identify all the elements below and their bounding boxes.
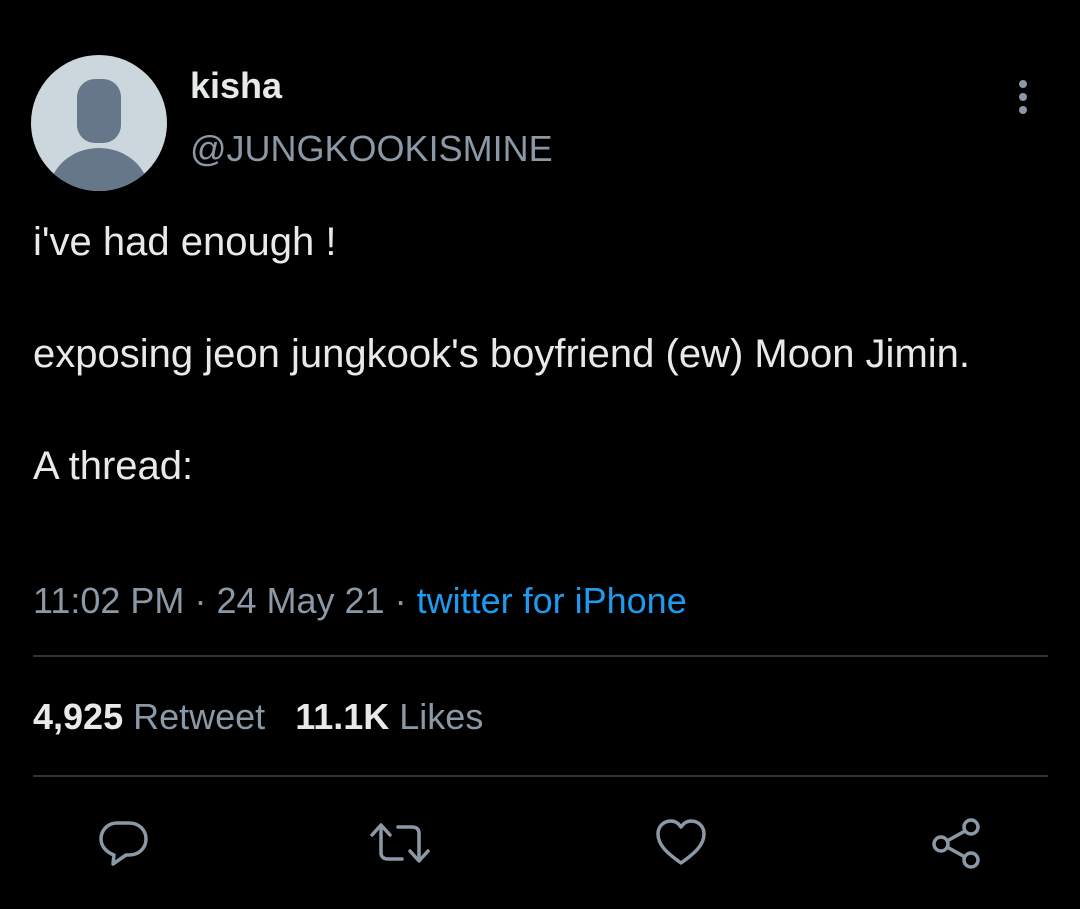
default-profile-icon xyxy=(49,79,149,191)
more-options-icon[interactable] xyxy=(1008,80,1038,116)
retweet-icon[interactable] xyxy=(368,815,430,871)
tweet-meta: 11:02 PM · 24 May 21 · twitter for iPhon… xyxy=(33,578,687,624)
tweet-date: 24 May 21 xyxy=(216,580,385,621)
like-icon[interactable] xyxy=(653,815,709,871)
meta-separator: · xyxy=(194,580,207,621)
reply-icon[interactable] xyxy=(96,815,152,871)
meta-separator: · xyxy=(394,580,407,621)
avatar[interactable] xyxy=(31,55,167,191)
display-name[interactable]: kisha xyxy=(190,64,282,108)
retweets-count: 4,925 xyxy=(33,696,124,737)
divider xyxy=(33,775,1048,777)
tweet-time: 11:02 PM xyxy=(33,580,185,621)
tweet-detail: kisha @JUNGKOOKISMINE i've had enough ! … xyxy=(0,0,1080,909)
share-icon[interactable] xyxy=(928,815,984,871)
user-handle[interactable]: @JUNGKOOKISMINE xyxy=(190,127,553,171)
likes-label: Likes xyxy=(399,696,484,737)
divider xyxy=(33,655,1048,657)
retweets-stat[interactable]: 4,925 Retweet xyxy=(33,696,265,737)
retweets-label: Retweet xyxy=(133,696,266,737)
likes-count: 11.1K xyxy=(295,696,390,737)
likes-stat[interactable]: 11.1K Likes xyxy=(295,696,483,737)
tweet-text: i've had enough ! exposing jeon jungkook… xyxy=(33,220,971,488)
tweet-stats: 4,925 Retweet 11.1K Likes xyxy=(33,694,483,740)
tweet-source-link[interactable]: twitter for iPhone xyxy=(417,580,687,621)
